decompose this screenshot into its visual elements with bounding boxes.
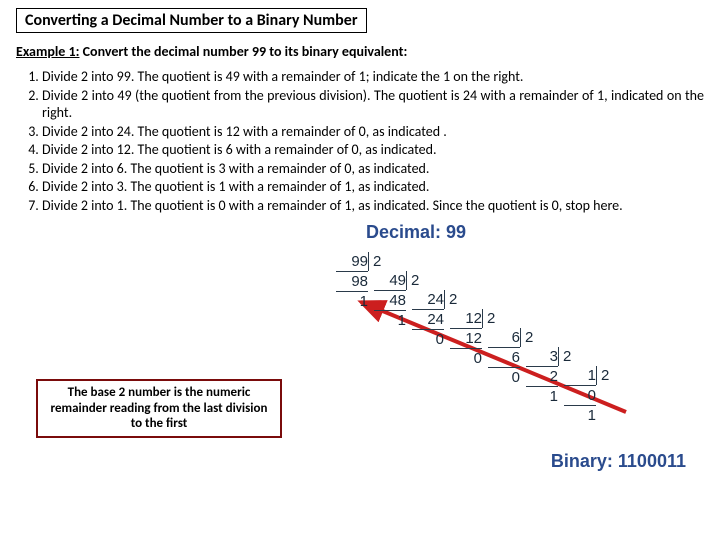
subtrahend: 98 [336, 272, 368, 292]
dividend: 24 [412, 290, 444, 310]
dividend: 6 [488, 328, 520, 348]
remainder: 1 [374, 311, 406, 330]
steps-list: Divide 2 into 99. The quotient is 49 wit… [16, 68, 704, 214]
subtrahend: 6 [488, 348, 520, 368]
list-item: Divide 2 into 6. The quotient is 3 with … [42, 160, 704, 178]
remainder: 1 [526, 387, 558, 406]
list-item: Divide 2 into 99. The quotient is 49 wit… [42, 68, 704, 86]
remainder: 1 [564, 406, 596, 425]
remainder: 0 [488, 368, 520, 387]
example-text: Convert the decimal number 99 to its bin… [83, 43, 408, 60]
list-item: Divide 2 into 24. The quotient is 12 wit… [42, 123, 704, 141]
list-item: Divide 2 into 49 (the quotient from the … [42, 87, 704, 122]
remainder: 1 [336, 292, 368, 311]
binary-label: Binary: 1100011 [551, 451, 686, 472]
division-diagram: Decimal: 99 Binary: 1100011 99 98 1 2 49 [286, 222, 706, 472]
divisor: 2 [520, 328, 542, 347]
divisor: 2 [368, 252, 390, 271]
subtrahend: 24 [412, 310, 444, 330]
divisor: 2 [482, 309, 504, 328]
divisor: 2 [444, 290, 466, 309]
subtrahend: 2 [526, 367, 558, 387]
example-line: Example 1: Convert the decimal number 99… [16, 43, 704, 60]
remainder: 0 [412, 330, 444, 349]
example-label: Example 1: [16, 43, 79, 60]
subtrahend: 0 [564, 386, 596, 406]
divisor: 2 [406, 271, 428, 290]
dividend: 3 [526, 347, 558, 367]
subtrahend: 12 [450, 329, 482, 349]
divisor: 2 [558, 347, 580, 366]
decimal-label: Decimal: 99 [366, 222, 466, 243]
remainder: 0 [450, 349, 482, 368]
callout-box: The base 2 number is the numeric remaind… [36, 379, 282, 438]
list-item: Divide 2 into 12. The quotient is 6 with… [42, 141, 704, 159]
dividend: 12 [450, 309, 482, 329]
list-item: Divide 2 into 1. The quotient is 0 with … [42, 197, 704, 215]
dividend: 99 [336, 252, 368, 272]
page-title: Converting a Decimal Number to a Binary … [16, 8, 367, 33]
subtrahend: 48 [374, 291, 406, 311]
dividend: 1 [564, 366, 596, 386]
list-item: Divide 2 into 3. The quotient is 1 with … [42, 178, 704, 196]
divisor: 2 [596, 366, 618, 385]
dividend: 49 [374, 271, 406, 291]
